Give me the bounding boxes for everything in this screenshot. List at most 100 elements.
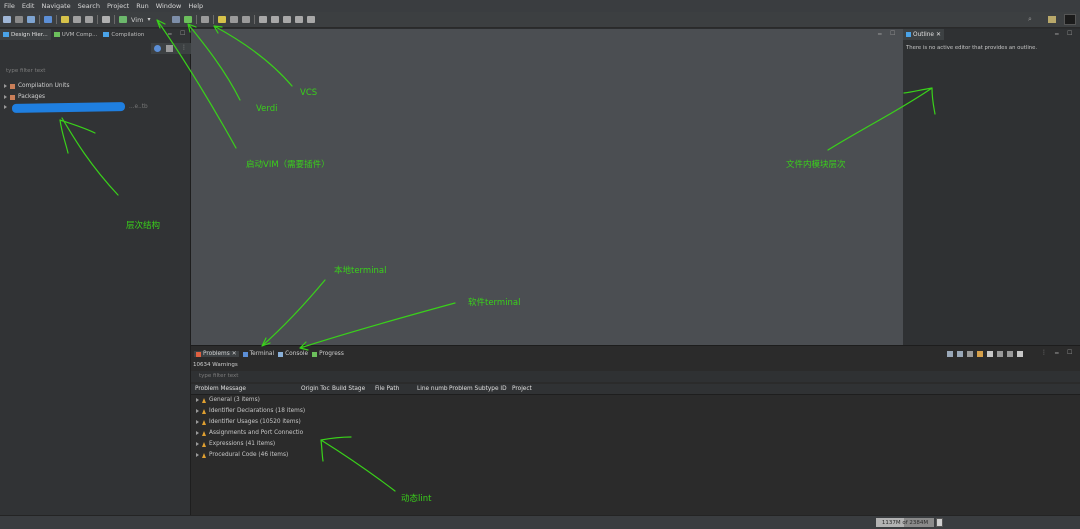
- menu-edit[interactable]: Edit: [22, 2, 35, 10]
- column-project[interactable]: Project: [512, 386, 532, 392]
- terminal-open-icon[interactable]: [44, 16, 52, 23]
- tab-console[interactable]: Console: [278, 351, 308, 357]
- problem-group-row[interactable]: Expressions (41 items): [196, 441, 275, 447]
- format-icon[interactable]: [242, 16, 251, 23]
- minimize-icon[interactable]: ━: [168, 31, 172, 38]
- new-file-icon[interactable]: [3, 16, 11, 23]
- forward-arrow-icon[interactable]: [307, 16, 316, 23]
- zoom-icon[interactable]: [85, 16, 93, 23]
- maximize-icon[interactable]: ☐: [1067, 349, 1072, 356]
- terminate-icon[interactable]: [1017, 351, 1023, 357]
- debug-icon[interactable]: [201, 16, 210, 23]
- view-menu-icon[interactable]: ⋮: [181, 44, 187, 51]
- expand-icon[interactable]: [196, 409, 199, 413]
- scroll-lock-icon[interactable]: [957, 351, 963, 357]
- display-console-icon[interactable]: [987, 351, 993, 357]
- view-menu-icon[interactable]: ⋮: [1041, 349, 1047, 356]
- menu-window[interactable]: Window: [156, 2, 182, 10]
- column-problem-subtype[interactable]: Problem Subtype ID: [449, 386, 507, 392]
- maximize-icon[interactable]: ☐: [1067, 30, 1072, 37]
- minimize-icon[interactable]: ━: [1055, 31, 1059, 38]
- tab-terminal[interactable]: Terminal: [242, 351, 274, 357]
- tab-design-hierarchy[interactable]: Design Hier...: [0, 29, 51, 40]
- gear-icon[interactable]: [73, 16, 81, 23]
- tree-item-compilation-units[interactable]: Compilation Units: [4, 83, 69, 89]
- column-problem-message[interactable]: Problem Message: [195, 386, 246, 392]
- toolbar-separator: [196, 15, 198, 24]
- close-icon[interactable]: ✕: [936, 31, 941, 38]
- menu-run[interactable]: Run: [136, 2, 148, 10]
- column-origin-tool[interactable]: Origin Toc: [301, 386, 330, 392]
- problems-filter-input[interactable]: type filter text: [199, 373, 238, 379]
- garbage-collect-icon[interactable]: [936, 518, 943, 527]
- vcs-run-icon[interactable]: [172, 16, 181, 23]
- edit-icon[interactable]: [61, 16, 69, 23]
- vim-icon[interactable]: [119, 16, 127, 23]
- expand-icon[interactable]: [196, 398, 199, 402]
- next-annotation-icon[interactable]: [259, 16, 268, 23]
- open-perspective-icon[interactable]: [1048, 16, 1056, 23]
- build-icon[interactable]: [102, 16, 110, 23]
- expand-icon[interactable]: [4, 84, 7, 88]
- previous-annotation-icon[interactable]: [271, 16, 280, 23]
- problem-group-label: Identifier Usages (10520 items): [209, 419, 301, 425]
- tab-compilation[interactable]: Compilation: [100, 29, 147, 40]
- verdi-run-icon[interactable]: [184, 16, 193, 23]
- expand-icon[interactable]: [196, 453, 199, 457]
- tab-problems[interactable]: Problems ✕: [194, 351, 239, 357]
- minimize-icon[interactable]: ━: [1055, 350, 1059, 357]
- perspective-icon[interactable]: [1064, 14, 1076, 25]
- highlight-icon[interactable]: [218, 16, 227, 23]
- outline-panel: Outline ✕ ━ ☐ There is no active editor …: [903, 29, 1080, 345]
- menu-project[interactable]: Project: [107, 2, 129, 10]
- new-console-icon[interactable]: [997, 351, 1003, 357]
- word-wrap-icon[interactable]: [967, 351, 973, 357]
- menu-help[interactable]: Help: [188, 2, 203, 10]
- problem-group-label: Procedural Code (46 items): [209, 452, 289, 458]
- tab-outline[interactable]: Outline ✕: [903, 29, 945, 40]
- annotation-hierarchy: 层次结构: [126, 221, 161, 231]
- sync-icon[interactable]: [154, 45, 161, 52]
- tab-label: UVM Comp...: [61, 31, 98, 38]
- vim-launch-button[interactable]: Vim: [131, 16, 143, 24]
- problem-group-row[interactable]: Identifier Usages (10520 items): [196, 419, 301, 425]
- save-icon[interactable]: [15, 16, 23, 23]
- minimize-icon[interactable]: ━: [878, 31, 882, 38]
- problem-group-row[interactable]: Assignments and Port Connectio: [196, 430, 303, 436]
- annotation-verdi: Verdi: [256, 104, 278, 114]
- problem-group-row[interactable]: Identifier Declarations (18 items): [196, 408, 305, 414]
- maximize-icon[interactable]: ☐: [890, 30, 895, 37]
- menu-navigate[interactable]: Navigate: [41, 2, 70, 10]
- expand-icon[interactable]: [196, 442, 199, 446]
- console-icon: [278, 351, 284, 357]
- problems-filter-bar: [191, 371, 1080, 382]
- maximize-icon[interactable]: ☐: [180, 30, 185, 37]
- last-edit-icon[interactable]: [283, 16, 292, 23]
- back-arrow-icon[interactable]: [295, 16, 304, 23]
- save-all-icon[interactable]: [27, 16, 35, 23]
- problem-group-row[interactable]: Procedural Code (46 items): [196, 452, 288, 458]
- expand-icon[interactable]: [4, 95, 7, 99]
- expand-icon[interactable]: [4, 105, 7, 109]
- expand-icon[interactable]: [196, 420, 199, 424]
- problem-group-row[interactable]: General (3 items): [196, 397, 260, 403]
- menu-file[interactable]: File: [4, 2, 15, 10]
- pin-console-icon[interactable]: [977, 351, 983, 357]
- column-line-number[interactable]: Line numb: [417, 386, 448, 392]
- tree-item-label: Compilation Units: [18, 83, 70, 89]
- expand-icon[interactable]: [196, 431, 199, 435]
- clear-console-icon[interactable]: [947, 351, 953, 357]
- collapse-all-icon[interactable]: [166, 45, 173, 52]
- column-build-stage[interactable]: Build Stage: [332, 386, 365, 392]
- tab-uvm-components[interactable]: UVM Comp...: [51, 29, 101, 40]
- column-file-path[interactable]: File Path: [375, 386, 399, 392]
- search-icon[interactable]: ⌕: [1028, 15, 1032, 24]
- hierarchy-filter-input[interactable]: type filter text: [6, 68, 45, 74]
- tab-progress[interactable]: Progress: [312, 351, 344, 357]
- outline-toggle-icon[interactable]: [230, 16, 239, 23]
- menu-search[interactable]: Search: [78, 2, 100, 10]
- close-icon[interactable]: ✕: [232, 351, 237, 357]
- chevron-down-icon[interactable]: ▾: [147, 16, 150, 23]
- open-console-icon[interactable]: [1007, 351, 1013, 357]
- tree-item-packages[interactable]: Packages: [4, 94, 45, 100]
